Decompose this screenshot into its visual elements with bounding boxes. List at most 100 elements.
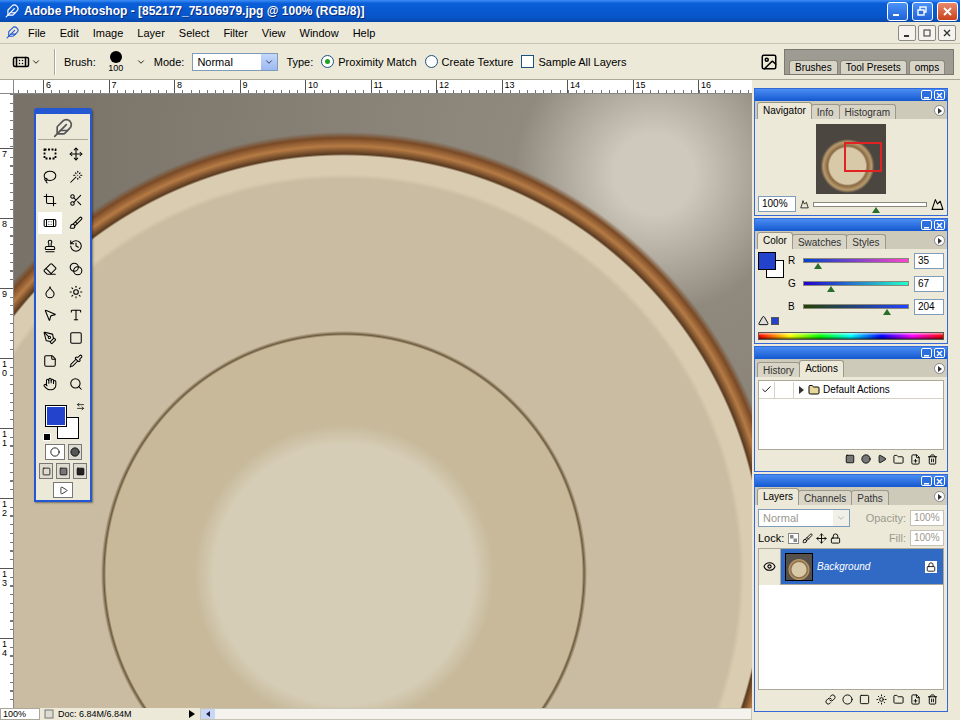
dropdown-arrow-icon[interactable] <box>136 57 146 67</box>
zoom-slider[interactable] <box>813 202 927 207</box>
channel-slider[interactable] <box>803 281 909 286</box>
radio-button[interactable] <box>425 55 438 68</box>
tool-button[interactable] <box>64 281 88 303</box>
tool-button[interactable] <box>38 281 62 303</box>
menu-item[interactable]: View <box>256 25 292 41</box>
menu-item[interactable]: Edit <box>54 25 85 41</box>
panel-minimize-button[interactable] <box>921 90 932 100</box>
channel-value[interactable]: 204 <box>914 299 944 315</box>
document-restore-button[interactable] <box>918 25 936 41</box>
type-radio[interactable]: Proximity Match <box>321 55 416 68</box>
panel-tab[interactable]: Histogram <box>839 104 897 119</box>
tool-button[interactable] <box>64 258 88 280</box>
menu-item[interactable]: Window <box>294 25 345 41</box>
opacity-field[interactable]: 100% <box>910 510 944 526</box>
panel-tab[interactable]: Navigator <box>757 102 812 119</box>
panel-tab[interactable]: Styles <box>846 234 885 249</box>
restore-button[interactable] <box>912 2 933 21</box>
panel-menu-button[interactable] <box>934 491 945 502</box>
blend-mode-select[interactable]: Normal <box>758 509 850 527</box>
palette-well-tab[interactable]: Brushes <box>789 60 838 74</box>
menu-item[interactable]: Help <box>347 25 382 41</box>
minimize-button[interactable] <box>887 2 908 21</box>
swap-colors-button[interactable] <box>76 401 85 413</box>
panel-close-button[interactable] <box>934 90 945 100</box>
panel-tab[interactable]: Actions <box>799 360 844 377</box>
panel-title-bar[interactable] <box>755 219 947 231</box>
panel-minimize-button[interactable] <box>921 220 932 230</box>
panel-tab[interactable]: Color <box>757 232 793 249</box>
toolbox[interactable] <box>34 108 92 502</box>
panel-menu-button[interactable] <box>934 105 945 116</box>
standard-mode-button[interactable] <box>45 444 65 460</box>
tool-button[interactable] <box>38 327 62 349</box>
title-bar[interactable]: Adobe Photoshop - [852177_75106979.jpg @… <box>0 0 960 22</box>
tool-button[interactable] <box>64 327 88 349</box>
menu-item[interactable]: Select <box>173 25 216 41</box>
navigator-thumbnail[interactable] <box>816 124 886 194</box>
default-colors-icon[interactable] <box>43 433 51 441</box>
close-button[interactable] <box>937 2 958 21</box>
play-icon[interactable] <box>877 454 887 464</box>
panel-minimize-button[interactable] <box>921 476 932 486</box>
fill-field[interactable]: 100% <box>910 530 944 546</box>
foreground-color[interactable] <box>758 252 776 270</box>
tool-button[interactable] <box>64 350 88 372</box>
brush-preview[interactable]: 100 <box>104 51 128 73</box>
panel-close-button[interactable] <box>934 220 945 230</box>
color-ramp[interactable] <box>758 332 944 340</box>
menu-item[interactable]: Layer <box>131 25 171 41</box>
panel-title-bar[interactable] <box>755 89 947 101</box>
record-icon[interactable] <box>861 454 871 464</box>
layer-row[interactable]: Background <box>759 549 943 585</box>
action-toggle[interactable] <box>759 382 775 398</box>
toolbox-header[interactable] <box>38 116 88 140</box>
channel-slider[interactable] <box>803 304 909 309</box>
panel-tab[interactable]: Layers <box>757 488 799 505</box>
tool-button[interactable] <box>38 212 62 234</box>
panel-tab[interactable]: Info <box>811 104 840 119</box>
panel-title-bar[interactable] <box>755 347 947 359</box>
visibility-toggle[interactable] <box>759 549 781 585</box>
channel-value[interactable]: 67 <box>914 276 944 292</box>
panel-tab[interactable]: Swatches <box>792 234 847 249</box>
new-set-icon[interactable] <box>893 454 904 465</box>
foreground-color[interactable] <box>45 405 67 427</box>
screen-mode-button[interactable] <box>39 463 53 479</box>
panel-close-button[interactable] <box>934 348 945 358</box>
panel-menu-button[interactable] <box>934 363 945 374</box>
palette-well-tab[interactable]: omps <box>909 60 945 74</box>
tool-button[interactable] <box>38 166 62 188</box>
document-close-button[interactable] <box>938 25 956 41</box>
zoom-in-icon[interactable] <box>931 198 944 211</box>
menu-item[interactable]: File <box>22 25 52 41</box>
gamut-warning[interactable] <box>758 315 784 326</box>
status-menu-arrow-icon[interactable] <box>188 709 196 719</box>
panel-minimize-button[interactable] <box>921 348 932 358</box>
lock-position-icon[interactable] <box>816 533 827 544</box>
lock-all-icon[interactable] <box>830 533 841 544</box>
new-action-icon[interactable] <box>910 454 921 465</box>
adjustment-icon[interactable] <box>876 694 887 705</box>
zoom-out-icon[interactable] <box>800 200 809 209</box>
slider-thumb[interactable] <box>827 286 835 292</box>
checkbox[interactable] <box>521 55 534 68</box>
tool-preset-picker[interactable] <box>6 48 46 76</box>
tool-button[interactable] <box>38 350 62 372</box>
scroll-left-button[interactable] <box>201 709 215 719</box>
sample-all-layers[interactable]: Sample All Layers <box>521 55 626 68</box>
collapsed-arrow-icon[interactable] <box>797 386 805 394</box>
screen-mode-button[interactable] <box>56 463 70 479</box>
new-layer-icon[interactable] <box>910 694 921 705</box>
action-row[interactable]: Default Actions <box>759 381 943 399</box>
dialog-toggle[interactable] <box>778 382 794 398</box>
tool-button[interactable] <box>38 304 62 326</box>
panel-close-button[interactable] <box>934 476 945 486</box>
canvas-photo[interactable] <box>14 94 752 708</box>
stop-icon[interactable] <box>845 454 855 464</box>
panel-tab[interactable]: Channels <box>798 490 852 505</box>
tool-button[interactable] <box>64 189 88 211</box>
tool-button[interactable] <box>38 373 62 395</box>
quick-mask-button[interactable] <box>68 444 82 460</box>
radio-button[interactable] <box>321 55 334 68</box>
